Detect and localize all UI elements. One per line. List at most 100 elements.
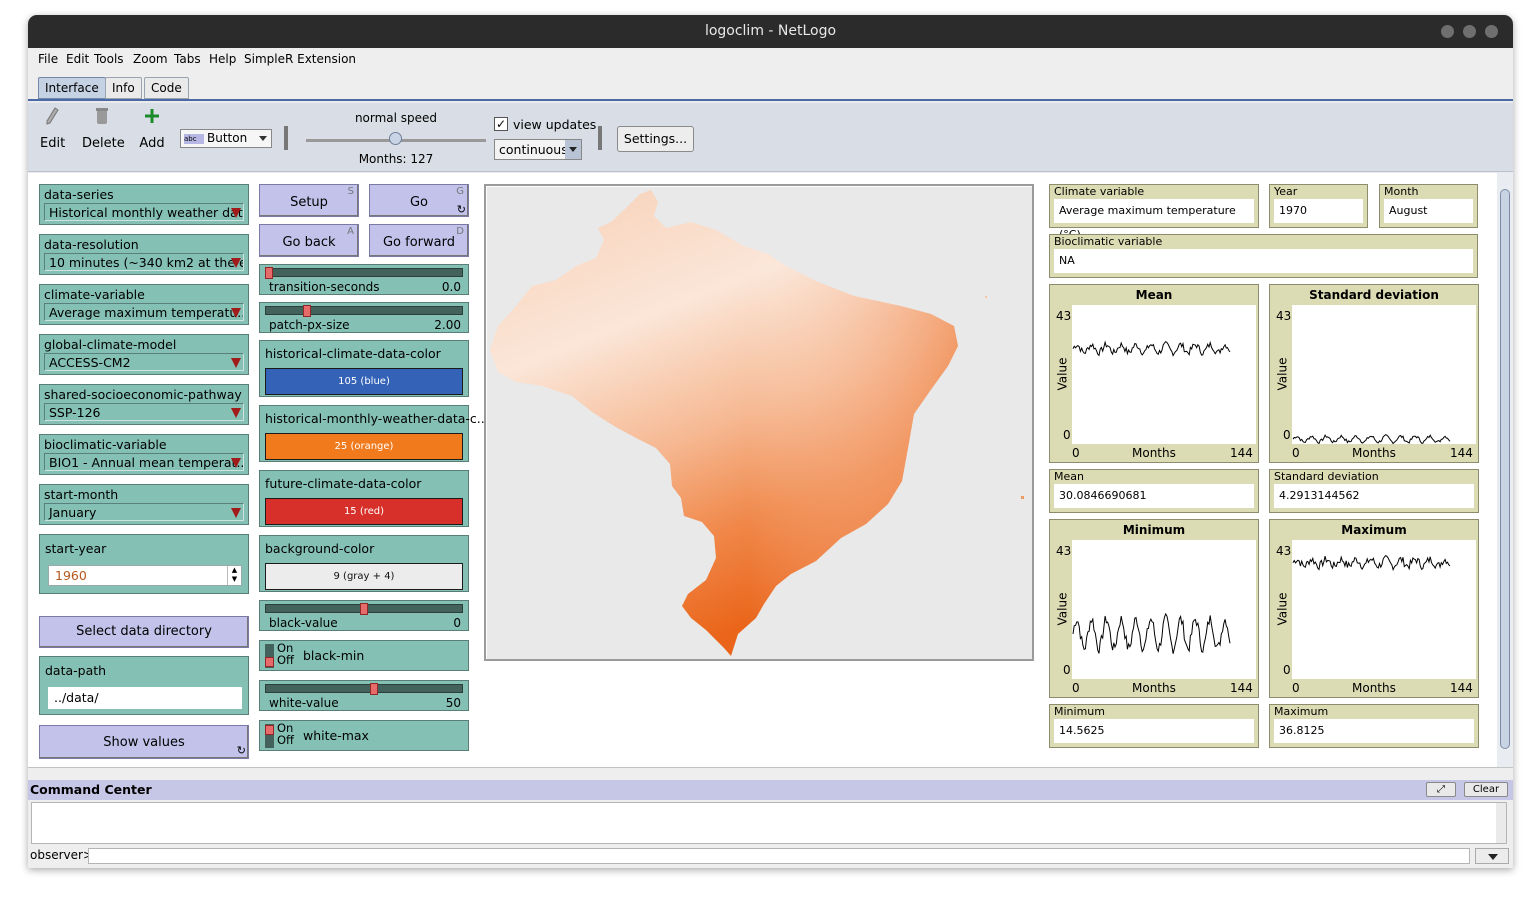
edit-tool[interactable]: Edit bbox=[40, 107, 65, 163]
slider-value: 0 bbox=[453, 616, 461, 630]
start-year-field[interactable]: 1960 bbox=[48, 565, 242, 586]
chevron-down-icon bbox=[1488, 854, 1498, 860]
x-axis-label: Months bbox=[1352, 681, 1396, 695]
settings-button[interactable]: Settings... bbox=[617, 126, 694, 152]
monitor-label: Maximum bbox=[1274, 705, 1329, 718]
y-axis-label: Value bbox=[1275, 592, 1290, 626]
slider-track[interactable] bbox=[265, 306, 463, 315]
plot-area bbox=[1072, 305, 1256, 444]
scrollbar-thumb[interactable] bbox=[1500, 189, 1510, 749]
go-key: G bbox=[456, 186, 464, 197]
tab-info[interactable]: Info bbox=[105, 77, 142, 99]
view-updates-label: view updates bbox=[513, 117, 597, 132]
max-plot-line bbox=[1292, 554, 1451, 572]
slider-track[interactable] bbox=[265, 268, 463, 277]
start-year-input-widget: start-year 1960 ▲ ▼ bbox=[39, 534, 249, 594]
go-button[interactable]: Go G ↻ bbox=[369, 184, 469, 217]
menu-zoom[interactable]: Zoom bbox=[133, 52, 168, 66]
chooser-value[interactable]: SSP-126 bbox=[44, 403, 244, 421]
world-view[interactable] bbox=[484, 184, 1034, 661]
color-swatch[interactable]: 9 (gray + 4) bbox=[265, 563, 463, 590]
update-mode-dropdown[interactable]: continuous bbox=[494, 139, 582, 160]
plot-title: Minimum bbox=[1122, 523, 1186, 537]
slider-thumb[interactable] bbox=[265, 267, 273, 279]
slider-label: black-value bbox=[269, 616, 338, 630]
menu-tabs[interactable]: Tabs bbox=[174, 52, 201, 66]
monitor-value: 36.8125 bbox=[1274, 719, 1474, 743]
black-min-switch[interactable]: On Off black-min bbox=[259, 640, 469, 671]
transition-seconds-slider[interactable]: transition-seconds 0.0 bbox=[259, 264, 469, 295]
tab-interface[interactable]: Interface bbox=[38, 77, 106, 99]
chooser-global-climate-model[interactable]: global-climate-model ACCESS-CM2 bbox=[39, 334, 249, 375]
data-path-field[interactable]: ../data/ bbox=[48, 687, 242, 709]
plot-title: Standard deviation bbox=[1309, 288, 1439, 302]
monitor-value: 14.5625 bbox=[1054, 719, 1254, 743]
expand-icon[interactable]: ⤢ bbox=[1426, 782, 1456, 797]
chooser-data-series[interactable]: data-series Historical monthly weather d… bbox=[39, 184, 249, 225]
menu-tools[interactable]: Tools bbox=[94, 52, 124, 66]
output-scrollbar[interactable] bbox=[1496, 803, 1506, 843]
sd-plot-line bbox=[1292, 434, 1451, 445]
interface-scrollbar[interactable] bbox=[1497, 173, 1513, 767]
chooser-value[interactable]: 10 minutes (~340 km2 at the e... bbox=[44, 253, 244, 271]
select-data-directory-button[interactable]: Select data directory bbox=[39, 616, 249, 648]
chooser-value[interactable]: BIO1 - Annual mean temperat... bbox=[44, 453, 244, 471]
patch-px-size-slider[interactable]: patch-px-size 2.00 bbox=[259, 302, 469, 333]
white-value-slider[interactable]: white-value 50 bbox=[259, 680, 469, 711]
chooser-climate-variable[interactable]: climate-variable Average maximum tempera… bbox=[39, 284, 249, 325]
menu-simpler-extension[interactable]: SimpleR Extension bbox=[244, 52, 356, 66]
slider-track[interactable] bbox=[265, 684, 463, 693]
observer-prompt[interactable]: observer> bbox=[30, 848, 93, 862]
view-updates-checkbox[interactable]: ✓ bbox=[494, 117, 508, 131]
slider-thumb[interactable] bbox=[369, 683, 378, 695]
command-center-header: Command Center ⤢ Clear bbox=[28, 780, 1513, 800]
start-year-spinner[interactable]: ▲ ▼ bbox=[227, 566, 241, 585]
setup-button[interactable]: Setup S bbox=[259, 184, 359, 217]
chooser-start-month[interactable]: start-month January bbox=[39, 484, 249, 525]
chooser-bioclimatic-variable[interactable]: bioclimatic-variable BIO1 - Annual mean … bbox=[39, 434, 249, 475]
color-swatch[interactable]: 15 (red) bbox=[265, 498, 463, 525]
switch-thumb[interactable] bbox=[265, 657, 274, 667]
toolbar-separator bbox=[284, 126, 288, 150]
chooser-value[interactable]: Average maximum temperatu... bbox=[44, 303, 244, 321]
widget-type-dropdown[interactable]: abc Button bbox=[180, 129, 272, 148]
chooser-value[interactable]: ACCESS-CM2 bbox=[44, 353, 244, 371]
plot-area bbox=[1292, 540, 1476, 679]
command-input[interactable] bbox=[88, 848, 1470, 864]
minimize-button[interactable] bbox=[1441, 25, 1454, 38]
delete-tool[interactable]: Delete bbox=[82, 107, 125, 163]
x-max-label: 144 bbox=[1230, 446, 1253, 460]
chooser-data-resolution[interactable]: data-resolution 10 minutes (~340 km2 at … bbox=[39, 234, 249, 275]
slider-thumb[interactable] bbox=[303, 305, 311, 317]
slider-thumb[interactable] bbox=[360, 603, 368, 615]
chooser-arrow-icon bbox=[231, 408, 241, 418]
go-back-button[interactable]: Go back A bbox=[259, 224, 359, 257]
close-button[interactable] bbox=[1485, 25, 1498, 38]
show-values-label: Show values bbox=[103, 735, 185, 750]
history-dropdown[interactable] bbox=[1475, 848, 1509, 864]
monitor-label: Mean bbox=[1054, 470, 1084, 483]
plus-icon bbox=[145, 109, 159, 123]
color-swatch[interactable]: 105 (blue) bbox=[265, 368, 463, 395]
trash-icon bbox=[96, 108, 108, 124]
black-value-slider[interactable]: black-value 0 bbox=[259, 600, 469, 631]
widget-type-value: Button bbox=[207, 131, 248, 145]
show-values-button[interactable]: Show values ↻ bbox=[39, 725, 249, 759]
menu-edit[interactable]: Edit bbox=[66, 52, 89, 66]
maximize-button[interactable] bbox=[1463, 25, 1476, 38]
standard-deviation-monitor: Standard deviation 4.2913144562 bbox=[1269, 469, 1479, 513]
color-swatch[interactable]: 25 (orange) bbox=[265, 433, 463, 460]
clear-button[interactable]: Clear bbox=[1464, 782, 1508, 797]
tab-code[interactable]: Code bbox=[144, 77, 189, 99]
white-max-switch[interactable]: On Off white-max bbox=[259, 720, 469, 751]
go-forward-button[interactable]: Go forward D bbox=[369, 224, 469, 257]
chooser-value[interactable]: January bbox=[44, 503, 244, 521]
add-tool[interactable]: Add bbox=[138, 107, 166, 163]
chooser-shared-socioeconomic-pathway[interactable]: shared-socioeconomic-pathway SSP-126 bbox=[39, 384, 249, 425]
menu-file[interactable]: File bbox=[38, 52, 58, 66]
menu-help[interactable]: Help bbox=[209, 52, 236, 66]
switch-thumb[interactable] bbox=[265, 725, 274, 735]
chooser-value[interactable]: Historical monthly weather data bbox=[44, 203, 244, 221]
speed-slider-knob[interactable] bbox=[389, 132, 402, 145]
y-max-label: 43 bbox=[1056, 544, 1072, 558]
